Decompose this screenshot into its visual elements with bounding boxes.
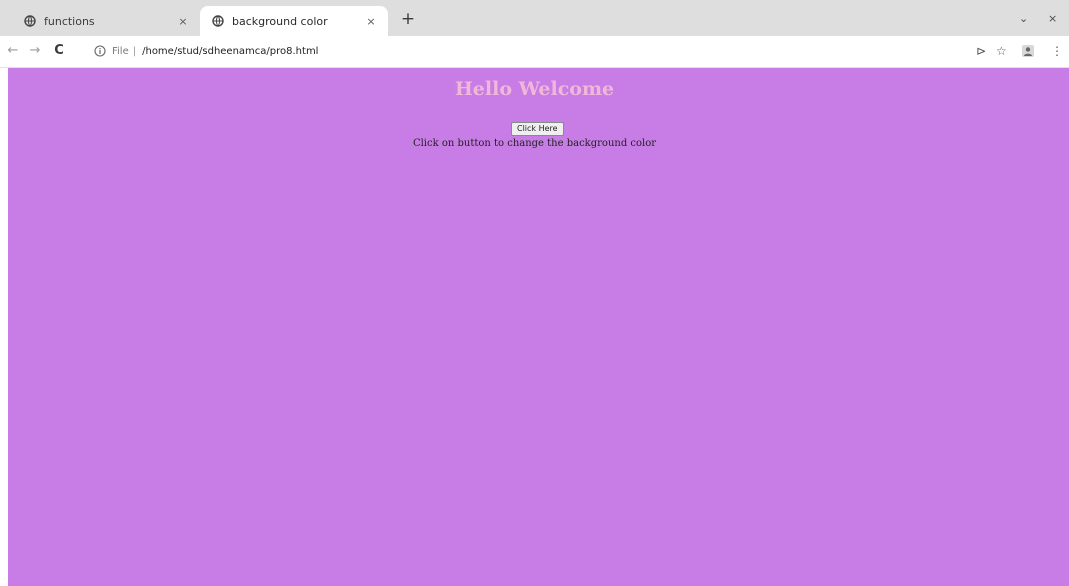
- globe-icon: [24, 15, 36, 27]
- bookmark-star-icon[interactable]: ☆: [996, 44, 1007, 58]
- reload-button[interactable]: C: [50, 42, 68, 60]
- browser-toolbar: ← → C File | /home/stud/sdheenamca/pro8.…: [0, 36, 1069, 68]
- tab-title: background color: [232, 14, 328, 28]
- globe-icon: [212, 15, 224, 27]
- url-separator: |: [132, 45, 137, 57]
- instruction-text: Click on button to change the background…: [412, 138, 657, 149]
- tab-strip: functions × background color × + ⌄ ×: [0, 0, 1069, 36]
- page-heading: Hello Welcome: [454, 78, 615, 100]
- change-color-button[interactable]: Click Here: [511, 122, 564, 136]
- tab-title: functions: [44, 14, 95, 28]
- url-text[interactable]: /home/stud/sdheenamca/pro8.html: [142, 46, 318, 57]
- menu-icon[interactable]: ⋮: [1051, 44, 1063, 58]
- address-bar[interactable]: File | /home/stud/sdheenamca/pro8.html: [94, 40, 944, 62]
- back-button[interactable]: ←: [4, 42, 22, 60]
- new-tab-button[interactable]: +: [398, 9, 418, 29]
- url-scheme-label: File: [112, 45, 129, 57]
- browser-window: functions × background color × + ⌄ × ← →…: [0, 0, 1069, 586]
- window-close-icon[interactable]: ×: [1048, 12, 1057, 25]
- forward-button[interactable]: →: [26, 42, 44, 60]
- profile-avatar-icon[interactable]: [1022, 45, 1034, 57]
- close-icon[interactable]: ×: [176, 15, 190, 28]
- tab-functions[interactable]: functions ×: [12, 6, 200, 36]
- tab-search-dropdown-icon[interactable]: ⌄: [1019, 12, 1028, 25]
- close-icon[interactable]: ×: [364, 15, 378, 28]
- tab-background-color[interactable]: background color ×: [200, 6, 388, 36]
- cast-icon[interactable]: ⊳: [976, 44, 986, 58]
- page-viewport: Hello Welcome Click Here Click on button…: [8, 68, 1069, 586]
- info-icon[interactable]: [94, 45, 106, 57]
